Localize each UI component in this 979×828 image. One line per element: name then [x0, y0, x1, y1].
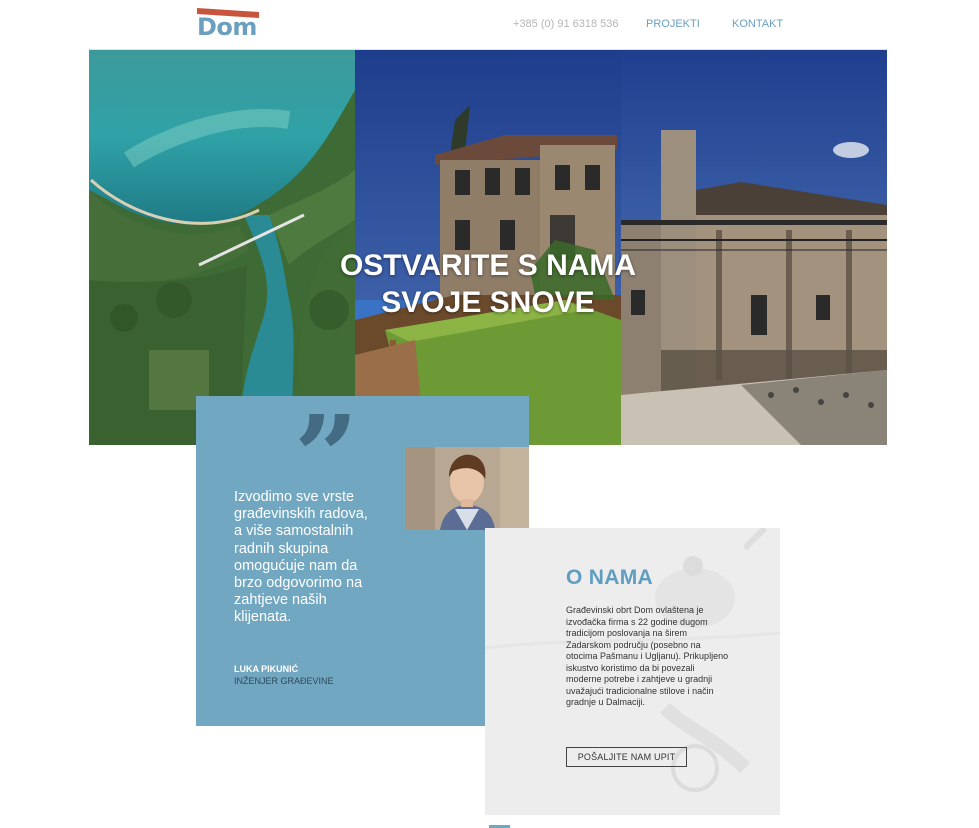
hero: OSTVARITE S NAMA SVOJE SNOVE [89, 50, 887, 445]
hero-title-line-2: SVOJE SNOVE [381, 286, 595, 319]
testimonial-text: Izvodimo sve vrste građevinskih radova, … [234, 489, 368, 626]
send-inquiry-button[interactable]: POŠALJITE NAM UPIT [566, 747, 687, 767]
logo[interactable]: Dom [197, 8, 261, 41]
nav-projekti[interactable]: PROJEKTI [646, 18, 700, 30]
hero-title: OSTVARITE S NAMA SVOJE SNOVE [89, 247, 887, 321]
testimonial-box: ” Izvodimo sve vrste građevinskih radova… [196, 396, 529, 726]
testimonial-author-name: LUKA PIKUNIĆ [234, 664, 299, 674]
logo-text: Dom [197, 13, 257, 41]
testimonial-author-role: INŽENJER GRAĐEVINE [234, 676, 334, 686]
author-portrait [405, 447, 529, 530]
about-section: O NAMA Građevinski obrt Dom ovlaštena je… [485, 528, 780, 815]
about-text: Građevinski obrt Dom ovlaštena je izvođa… [566, 605, 729, 707]
phone-number[interactable]: +385 (0) 91 6318 536 [513, 18, 619, 30]
about-title: O NAMA [566, 566, 653, 589]
nav-kontakt[interactable]: KONTAKT [732, 18, 783, 30]
hero-title-line-1: OSTVARITE S NAMA [339, 249, 637, 282]
